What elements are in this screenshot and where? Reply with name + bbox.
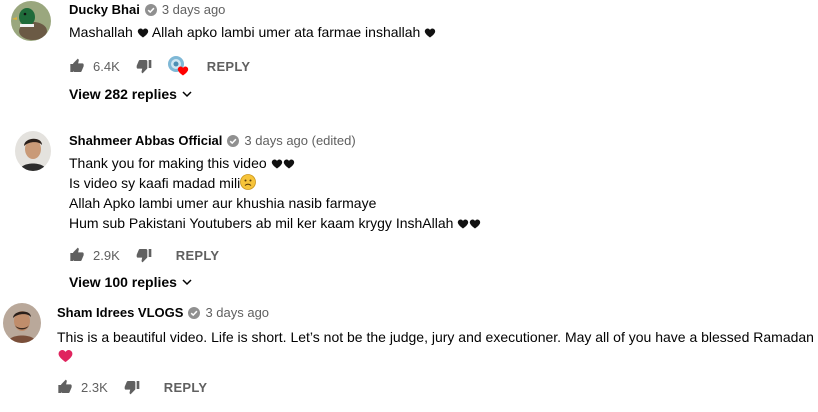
comment-timestamp[interactable]: 3 days ago [205,305,269,320]
heart-icon [177,66,188,76]
verified-check-icon [188,306,201,319]
black-heart-icon [283,159,294,169]
verified-check-icon [144,3,157,16]
person-avatar-icon [3,303,41,343]
black-heart-icon [137,28,148,38]
comment-text-line: This is a beautiful video. Life is short… [57,329,814,345]
comment-text: Mashallah Allah apko lambi umer ata farm… [69,22,436,42]
thumbs-down-icon[interactable] [136,58,152,74]
reply-button[interactable]: REPLY [176,248,220,263]
comment-text-line: Hum sub Pakistani Youtubers ab mil ker k… [69,215,454,231]
duck-avatar-icon [11,1,51,41]
author-name[interactable]: Shahmeer Abbas Official [69,133,222,148]
author-name[interactable]: Ducky Bhai [69,2,140,17]
thumbs-up-icon[interactable] [69,58,85,74]
avatar[interactable] [15,131,51,171]
comment-header: Shahmeer Abbas Official 3 days ago (edit… [69,133,356,148]
comment-timestamp[interactable]: 3 days ago [162,2,226,17]
author-name[interactable]: Sham Idrees VLOGS [57,305,183,320]
reply-button[interactable]: REPLY [164,380,208,395]
like-count: 2.9K [93,247,120,263]
sad-face-emoji [240,174,257,190]
avatar[interactable] [3,303,41,343]
black-heart-icon [425,28,436,38]
view-replies-label: View 282 replies [69,86,177,102]
comment-timestamp[interactable]: 3 days ago (edited) [244,133,355,148]
comment-text: This is a beautiful video. Life is short… [57,327,814,367]
thumbs-up-icon[interactable] [57,379,73,395]
verified-check-icon [227,134,240,147]
comment-text-line: Is video sy kaafi madad mili [69,175,241,191]
view-replies-button[interactable]: View 100 replies [69,274,193,290]
red-heart-icon [58,350,73,362]
comment-text-line: Thank you for making this video [69,155,267,171]
comment-header: Sham Idrees VLOGS 3 days ago [57,305,269,320]
like-count: 6.4K [93,58,120,74]
black-heart-icon [458,219,469,229]
black-heart-icon [271,159,282,169]
black-heart-icon [470,219,481,229]
avatar[interactable] [11,1,51,41]
thumbs-up-icon[interactable] [69,247,85,263]
view-replies-label: View 100 replies [69,274,177,290]
creator-heart-badge [167,56,188,76]
comment-text-line: Allah Apko lambi umer aur khushia nasib … [69,195,377,211]
comment-actions: 6.4K REPLY [69,56,250,76]
thumbs-down-icon[interactable] [136,247,152,263]
comment-actions: 2.3K REPLY [57,377,207,397]
chevron-down-icon [182,91,192,98]
view-replies-button[interactable]: View 282 replies [69,86,193,102]
like-count: 2.3K [81,379,108,395]
thumbs-down-icon[interactable] [124,379,140,395]
person-avatar-icon [15,131,51,171]
comment-header: Ducky Bhai 3 days ago [69,2,225,17]
comment-text-line: Allah apko lambi umer ata farmae inshall… [151,24,421,40]
comment-text-line: Mashallah [69,24,133,40]
comment-text: Thank you for making this video Is video… [69,153,481,233]
comment-actions: 2.9K REPLY [69,245,219,265]
chevron-down-icon [182,279,192,286]
reply-button[interactable]: REPLY [207,59,251,74]
